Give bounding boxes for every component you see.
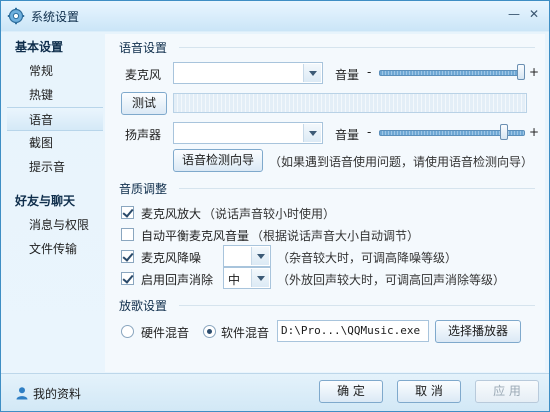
chevron-down-icon[interactable]: [251, 269, 269, 287]
section-divider: [179, 305, 535, 306]
sidebar-item-voice[interactable]: 语音: [7, 107, 103, 131]
sidebar-item-general[interactable]: 常规: [7, 59, 103, 83]
user-icon: [16, 387, 28, 400]
section-divider: [179, 188, 535, 189]
minimize-icon[interactable]: —: [507, 7, 521, 21]
cancel-button[interactable]: 取 消: [397, 380, 461, 403]
choose-player-button[interactable]: 选择播放器: [435, 320, 521, 343]
test-button[interactable]: 测试: [121, 92, 167, 115]
mic-volume-label: 音量: [335, 68, 360, 82]
auto-balance-label: 自动平衡麦克风音量: [141, 229, 250, 243]
section-divider: [179, 47, 535, 48]
section-title-music: 放歌设置: [119, 299, 168, 313]
mic-label: 麦克风: [125, 68, 162, 82]
section-title-quality: 音质调整: [119, 182, 168, 196]
mic-level-meter: [173, 93, 527, 113]
mic-volume-minus: -: [367, 65, 372, 79]
footer-bar: 我的资料 确 定 取 消 应 用: [1, 373, 549, 411]
apply-button[interactable]: 应 用: [475, 380, 539, 403]
voice-wizard-button[interactable]: 语音检测向导: [173, 149, 263, 172]
speaker-volume-slider[interactable]: [379, 124, 525, 140]
sidebar-group-basic: 基本设置: [15, 40, 64, 54]
noise-reduction-label: 麦克风降噪: [141, 251, 202, 265]
close-icon[interactable]: ✕: [527, 7, 541, 21]
content-panel: 语音设置 麦克风 音量 - + 测试 扬声器 音量 - + 语音检测向导 （如果…: [105, 34, 545, 372]
speaker-volume-label: 音量: [335, 128, 360, 142]
ok-button[interactable]: 确 定: [319, 380, 383, 403]
sidebar-item-hotkeys[interactable]: 热键: [7, 83, 103, 107]
noise-reduction-checkbox[interactable]: [121, 250, 134, 263]
slider-track: [379, 70, 525, 76]
echo-cancel-label: 启用回声消除: [141, 273, 214, 287]
settings-window: 系统设置 — ✕ 基本设置 常规 热键 语音 截图 提示音 好友与聊天 消息与权…: [0, 0, 550, 412]
echo-cancel-level-value: 中: [228, 273, 241, 287]
software-mix-radio[interactable]: [203, 325, 216, 338]
mic-boost-note: （说话声音较小时使用）: [203, 207, 336, 221]
sidebar-group-friends-chat: 好友与聊天: [15, 194, 76, 208]
voice-wizard-note: （如果遇到语音使用问题，请使用语音检测向导）: [269, 155, 534, 169]
mic-boost-label: 麦克风放大: [141, 207, 202, 221]
title-bar: 系统设置 — ✕: [1, 1, 549, 31]
sidebar: 基本设置 常规 热键 语音 截图 提示音 好友与聊天 消息与权限 文件传输: [7, 35, 103, 370]
gear-icon: [7, 7, 25, 25]
speaker-volume-minus: -: [367, 125, 372, 139]
player-path-field[interactable]: D:\Pro...\QQMusic.exe: [277, 320, 429, 342]
chevron-down-icon[interactable]: [303, 124, 321, 142]
echo-cancel-checkbox[interactable]: [121, 272, 134, 285]
speaker-volume-plus: +: [529, 125, 540, 139]
software-mix-label: 软件混音: [221, 326, 270, 340]
sidebar-item-screenshot[interactable]: 截图: [7, 131, 103, 155]
echo-cancel-level-select[interactable]: 中: [223, 267, 271, 289]
mic-volume-plus: +: [529, 65, 540, 79]
noise-reduction-note: （杂音较大时，可调高降噪等级）: [277, 251, 458, 265]
auto-balance-checkbox[interactable]: [121, 228, 134, 241]
slider-thumb[interactable]: [517, 64, 525, 80]
speaker-label: 扬声器: [125, 128, 162, 142]
my-profile-link[interactable]: 我的资料: [33, 385, 81, 402]
echo-cancel-note: （外放回声较大时，可调高回声消除等级）: [277, 273, 506, 287]
sidebar-item-alert-sound[interactable]: 提示音: [7, 155, 103, 179]
speaker-select[interactable]: [173, 122, 323, 144]
chevron-down-icon[interactable]: [251, 247, 269, 265]
auto-balance-note: （根据说话声音大小自动调节）: [251, 229, 420, 243]
mic-boost-checkbox[interactable]: [121, 206, 134, 219]
hardware-mix-radio[interactable]: [121, 325, 134, 338]
chevron-down-icon[interactable]: [303, 64, 321, 82]
sidebar-item-messages-permissions[interactable]: 消息与权限: [7, 213, 103, 237]
sidebar-item-file-transfer[interactable]: 文件传输: [7, 237, 103, 261]
mic-volume-slider[interactable]: [379, 64, 525, 80]
noise-reduction-level-select[interactable]: [223, 245, 271, 267]
mic-select[interactable]: [173, 62, 323, 84]
section-title-voice: 语音设置: [119, 41, 168, 55]
hardware-mix-label: 硬件混音: [141, 326, 190, 340]
window-title: 系统设置: [31, 10, 80, 24]
slider-thumb[interactable]: [500, 124, 508, 140]
